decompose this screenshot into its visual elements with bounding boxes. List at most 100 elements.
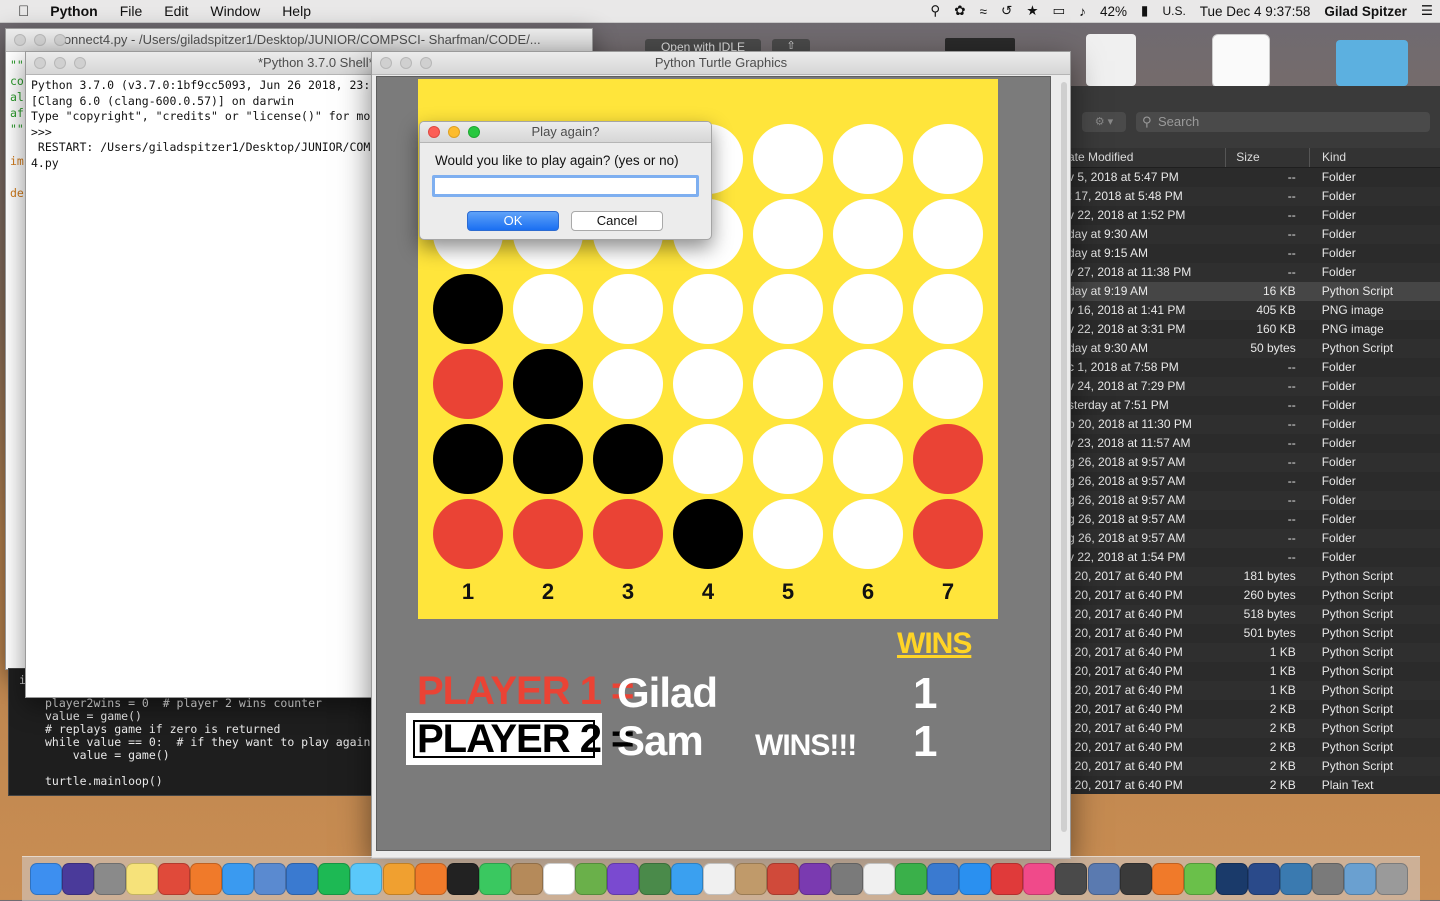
notification-center-icon[interactable]: ☰: [1414, 3, 1440, 19]
minimize-button[interactable]: [34, 34, 46, 46]
shell-window[interactable]: *Python 3.7.0 Shell* Python 3.7.0 (v3.7.…: [25, 51, 387, 698]
file-row[interactable]: day at 9:30 AM 50 bytes Python Script: [1068, 339, 1440, 358]
minimize-button[interactable]: [54, 57, 66, 69]
finder-search-field[interactable]: ⚲ Search: [1136, 112, 1430, 132]
facetime-icon[interactable]: [478, 863, 511, 895]
board-cell-white[interactable]: [673, 424, 743, 494]
file-row[interactable]: p 20, 2018 at 11:30 PM -- Folder: [1068, 415, 1440, 434]
file-row[interactable]: day at 9:19 AM 16 KB Python Script: [1068, 282, 1440, 301]
onenote-icon[interactable]: [799, 863, 832, 895]
notes-icon[interactable]: [126, 863, 159, 895]
file-row[interactable]: t 20, 2017 at 6:40 PM 1 KB Python Script: [1068, 681, 1440, 700]
file-row[interactable]: v 22, 2018 at 1:52 PM -- Folder: [1068, 206, 1440, 225]
board-cell-white[interactable]: [833, 199, 903, 269]
board-cell-white[interactable]: [833, 424, 903, 494]
zoom-button[interactable]: [74, 57, 86, 69]
maps-icon[interactable]: [574, 863, 607, 895]
board-cell-white[interactable]: [833, 274, 903, 344]
board-cell-white[interactable]: [753, 424, 823, 494]
call-of-duty-icon[interactable]: [1119, 863, 1152, 895]
file-row[interactable]: t 20, 2017 at 6:40 PM 2 KB Python Script: [1068, 738, 1440, 757]
battery-percent[interactable]: 42%: [1093, 4, 1134, 19]
folder-app-icon[interactable]: [1087, 863, 1120, 895]
board-cell-white[interactable]: [913, 124, 983, 194]
zoom-button[interactable]: [468, 126, 480, 138]
menu-file[interactable]: File: [109, 3, 154, 19]
torrent-icon[interactable]: [1183, 863, 1216, 895]
flower-app-2-icon[interactable]: [1151, 863, 1184, 895]
finder-window[interactable]: ⚙ ▾ ⚲ Search ate Modified Size Kind v 5,…: [1068, 86, 1440, 794]
file-row[interactable]: g 26, 2018 at 9:57 AM -- Folder: [1068, 453, 1440, 472]
pycharm-icon[interactable]: [446, 863, 479, 895]
siri-status-icon[interactable]: ✿: [947, 3, 972, 19]
file-row[interactable]: t 17, 2018 at 5:48 PM -- Folder: [1068, 187, 1440, 206]
board-cell-black[interactable]: [433, 274, 503, 344]
board-cell-white[interactable]: [593, 349, 663, 419]
calendar-icon[interactable]: [542, 863, 575, 895]
menu-app-name[interactable]: Python: [39, 3, 108, 19]
numbers-icon[interactable]: [895, 863, 928, 895]
quicktime-icon[interactable]: [1247, 863, 1280, 895]
python-icon[interactable]: [1279, 863, 1312, 895]
board-cell-red[interactable]: [913, 499, 983, 569]
airplay-icon[interactable]: ▭: [1045, 3, 1072, 19]
close-button[interactable]: [380, 57, 392, 69]
board-cell-white[interactable]: [913, 349, 983, 419]
wifi-icon[interactable]: ≈: [973, 4, 994, 19]
textedit-icon[interactable]: [863, 863, 896, 895]
file-row[interactable]: v 16, 2018 at 1:41 PM 405 KB PNG image: [1068, 301, 1440, 320]
board-cell-white[interactable]: [753, 124, 823, 194]
ok-button[interactable]: OK: [467, 211, 559, 231]
time-machine-icon[interactable]: ↺: [994, 3, 1019, 19]
spotify-icon[interactable]: [318, 863, 351, 895]
chrome-icon[interactable]: [158, 863, 191, 895]
board-cell-red[interactable]: [513, 499, 583, 569]
file-row[interactable]: day at 9:15 AM -- Folder: [1068, 244, 1440, 263]
file-row[interactable]: v 23, 2018 at 11:57 AM -- Folder: [1068, 434, 1440, 453]
photoshop-icon[interactable]: [1215, 863, 1248, 895]
notifications-icon[interactable]: [286, 863, 319, 895]
board-cell-white[interactable]: [833, 499, 903, 569]
file-row[interactable]: t 20, 2017 at 6:40 PM 501 bytes Python Scr…: [1068, 624, 1440, 643]
imovie-icon[interactable]: [606, 863, 639, 895]
reminders-icon[interactable]: [702, 863, 735, 895]
folder-desktop-icon[interactable]: [1336, 40, 1408, 86]
input-source[interactable]: U.S.: [1155, 4, 1192, 18]
menu-window[interactable]: Window: [199, 3, 271, 19]
board-cell-white[interactable]: [833, 124, 903, 194]
board-cell-black[interactable]: [513, 349, 583, 419]
board-cell-red[interactable]: [913, 424, 983, 494]
play-again-input[interactable]: [432, 175, 699, 197]
firefox-icon[interactable]: [190, 863, 223, 895]
itunes-icon[interactable]: [1023, 863, 1056, 895]
file-row[interactable]: v 5, 2018 at 5:47 PM -- Folder: [1068, 168, 1440, 187]
sketchup-icon[interactable]: [767, 863, 800, 895]
file-row[interactable]: t 20, 2017 at 6:40 PM 1 KB Python Script: [1068, 662, 1440, 681]
apple-menu-icon[interactable]: : [0, 3, 39, 20]
board-cell-white[interactable]: [913, 274, 983, 344]
app-store-2-icon[interactable]: [959, 863, 992, 895]
messages-icon[interactable]: [350, 863, 383, 895]
finder-icon[interactable]: [30, 863, 62, 895]
file-row[interactable]: g 26, 2018 at 9:57 AM -- Folder: [1068, 510, 1440, 529]
board-cell-white[interactable]: [753, 274, 823, 344]
zoom-button[interactable]: [420, 57, 432, 69]
file-row[interactable]: t 20, 2017 at 6:40 PM 2 KB Python Script: [1068, 700, 1440, 719]
preview-icon[interactable]: [254, 863, 287, 895]
editor-titlebar[interactable]: connect4.py - /Users/giladspitzer1/Deskt…: [6, 29, 592, 52]
system-preferences-icon[interactable]: [831, 863, 864, 895]
board-cell-black[interactable]: [673, 499, 743, 569]
menu-help[interactable]: Help: [271, 3, 322, 19]
board-cell-white[interactable]: [753, 499, 823, 569]
board-cell-white[interactable]: [753, 199, 823, 269]
board-cell-white[interactable]: [513, 274, 583, 344]
menu-edit[interactable]: Edit: [153, 3, 199, 19]
image-file-desktop-icon[interactable]: [1212, 34, 1270, 88]
file-row[interactable]: sterday at 7:51 PM -- Folder: [1068, 396, 1440, 415]
board-cell-red[interactable]: [433, 499, 503, 569]
shell-titlebar[interactable]: *Python 3.7.0 Shell*: [26, 52, 386, 75]
desktop-file-icon[interactable]: [945, 38, 1015, 52]
board-cell-white[interactable]: [593, 274, 663, 344]
bluetooth-icon[interactable]: ★: [1019, 3, 1045, 19]
keynote-icon[interactable]: [927, 863, 960, 895]
